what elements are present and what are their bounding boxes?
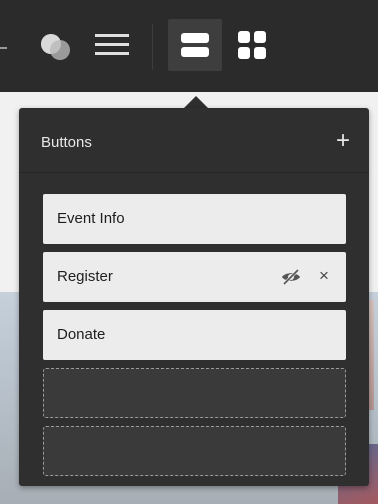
eye-slash-icon[interactable] <box>281 269 301 285</box>
stack-layout-icon <box>181 33 209 57</box>
top-toolbar <box>0 0 378 92</box>
buttons-panel: Buttons + Event Info Register × Donate <box>19 108 369 486</box>
button-item-donate[interactable]: Donate <box>43 310 346 360</box>
grid-layout-icon[interactable] <box>238 31 268 61</box>
button-item-event-info[interactable]: Event Info <box>43 194 346 244</box>
circles-icon[interactable] <box>38 32 74 62</box>
panel-divider <box>19 172 369 173</box>
empty-button-slot[interactable] <box>43 368 346 418</box>
empty-button-slot[interactable] <box>43 426 346 476</box>
toolbar-edge-mark <box>0 47 7 49</box>
toolbar-divider <box>152 24 153 70</box>
add-button[interactable]: + <box>330 126 356 156</box>
button-item-label: Event Info <box>57 210 125 227</box>
button-item-label: Donate <box>57 326 106 343</box>
button-item-register[interactable]: Register × <box>43 252 346 302</box>
panel-title: Buttons <box>41 134 92 151</box>
menu-icon[interactable] <box>95 33 129 57</box>
close-icon[interactable]: × <box>316 265 332 287</box>
panel-pointer <box>184 96 208 108</box>
stack-layout-button[interactable] <box>168 19 222 71</box>
button-item-label: Register <box>57 268 113 285</box>
